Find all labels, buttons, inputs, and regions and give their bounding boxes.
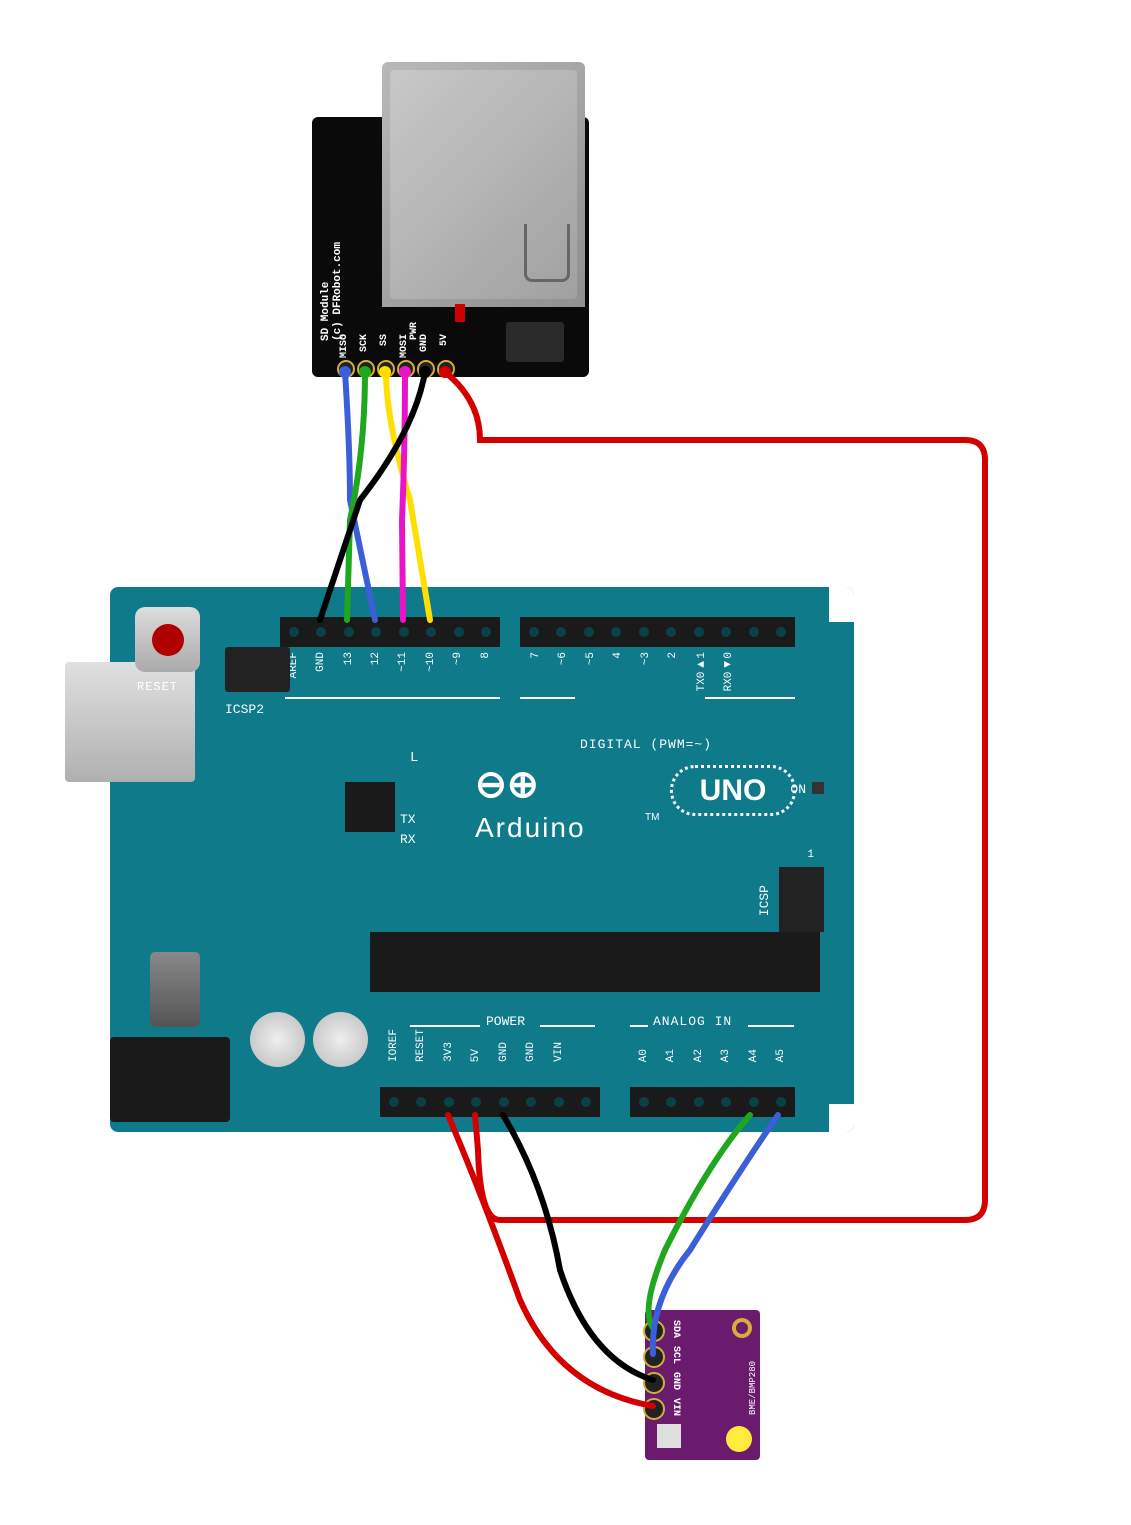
icsp-header — [779, 867, 824, 932]
analog-header — [630, 1087, 795, 1117]
chip-icon — [345, 782, 395, 832]
sd-card-module: SD Module (c) DFRobot.com MISO SCK SS MO… — [312, 62, 589, 377]
uno-badge: UNO — [670, 765, 796, 816]
bme280-sensor: SDA SCL GND VIN BME/BMP280 — [645, 1310, 760, 1460]
capacitor-icon — [250, 1012, 305, 1067]
mounting-hole — [726, 1426, 752, 1452]
capacitor-icon — [313, 1012, 368, 1067]
power-led-icon — [812, 782, 824, 794]
crystal-oscillator — [150, 952, 200, 1027]
wiring-diagram: SD Module (c) DFRobot.com MISO SCK SS MO… — [0, 0, 1131, 1525]
atmega-chip — [370, 932, 820, 992]
mounting-hole — [732, 1318, 752, 1338]
sd-power-led — [455, 304, 465, 322]
icsp2-header — [225, 647, 290, 692]
power-header — [380, 1087, 600, 1117]
arduino-uno: AREF GND 13 12 ~11 ~10 ~9 8 7 ~6 ~5 4 ~3… — [65, 572, 854, 1147]
voltage-regulator — [506, 322, 564, 362]
digital-header-left — [280, 617, 500, 647]
analog-section-label: ANALOG IN — [653, 1014, 732, 1029]
power-section-label: POWER — [486, 1014, 525, 1029]
wire-bme-vin — [448, 1115, 653, 1406]
sd-module-label: SD Module (c) DFRobot.com — [320, 242, 344, 341]
reset-button — [135, 607, 200, 672]
digital-header-right — [520, 617, 795, 647]
dc-power-jack — [110, 1037, 230, 1122]
bme-pin-scl — [643, 1346, 665, 1368]
wire-bme-gnd — [503, 1115, 653, 1380]
bme-pin-sda — [643, 1320, 665, 1342]
sd-card-slot — [382, 62, 585, 307]
bme-pin-vin — [643, 1398, 665, 1420]
arduino-brand: Arduino — [475, 812, 586, 844]
digital-section-label: DIGITAL (PWM=~) — [580, 737, 712, 752]
sensor-chip — [657, 1424, 681, 1448]
bme-pin-gnd — [643, 1372, 665, 1394]
infinity-logo-icon: ⊖⊕ — [475, 762, 539, 807]
